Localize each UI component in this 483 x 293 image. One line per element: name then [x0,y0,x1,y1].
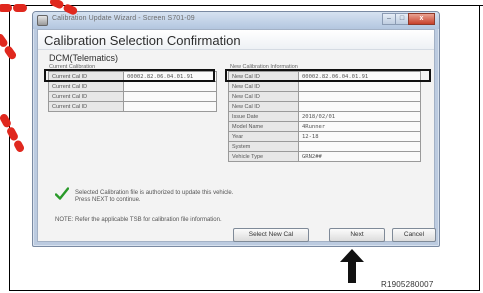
new-calibration-table: New Cal ID 00002.82.06.04.01.91 New Cal … [228,71,421,162]
tsb-note: NOTE: Refer the applicable TSB for calib… [55,217,222,223]
current-cal-id-label: Current Cal ID [48,81,124,92]
model-name-value: 4Runner [298,121,421,132]
table-row: Current Cal ID [48,101,217,112]
checkmark-icon [55,187,69,200]
page-title: Calibration Selection Confirmation [44,33,241,48]
up-arrow-icon [340,249,364,283]
current-cal-id-value [123,91,217,102]
current-cal-id-highlight [44,69,215,82]
new-cal-id-label: New Cal ID [228,101,299,112]
wizard-content: Calibration Selection Confirmation DCM(T… [37,29,436,242]
authorization-line-2: Press NEXT to continue. [75,197,141,203]
table-row: New Cal ID [228,91,421,102]
table-row: Current Cal ID [48,81,217,92]
year-value: 12-18 [298,131,421,142]
new-cal-id-highlight [225,69,431,82]
window-title: Calibration Update Wizard - Screen S701-… [52,15,195,22]
select-new-cal-button[interactable]: Select New Cal [233,228,309,242]
close-button[interactable]: x [408,13,435,25]
new-cal-id-value [298,101,421,112]
authorization-line-1: Selected Calibration file is authorized … [75,190,234,196]
window-controls: – □ x [382,13,435,26]
new-cal-id-value [298,81,421,92]
system-label: System [228,141,299,152]
current-cal-id-value [123,101,217,112]
app-icon [37,15,48,26]
new-cal-id-label: New Cal ID [228,81,299,92]
table-row: System [228,141,421,152]
system-value [298,141,421,152]
table-row: New Cal ID [228,81,421,92]
current-cal-id-label: Current Cal ID [48,101,124,112]
table-row: New Cal ID [228,101,421,112]
cancel-button[interactable]: Cancel [392,228,436,242]
vehicle-type-value: GRN2## [298,151,421,162]
vehicle-type-label: Vehicle Type [228,151,299,162]
maximize-button[interactable]: □ [395,13,409,25]
table-row: Vehicle Type GRN2## [228,151,421,162]
frame-rule [455,5,483,6]
wizard-window: Calibration Update Wizard - Screen S701-… [32,11,440,247]
new-cal-id-value [298,91,421,102]
issue-date-value: 2018/02/01 [298,111,421,122]
current-cal-id-value [123,81,217,92]
current-cal-id-label: Current Cal ID [48,91,124,102]
table-row: Current Cal ID [48,91,217,102]
new-cal-id-label: New Cal ID [228,91,299,102]
figure-id: R1905280007 [381,280,434,289]
issue-date-label: Issue Date [228,111,299,122]
ecu-name: DCM(Telematics) [49,53,119,63]
title-bar[interactable]: Calibration Update Wizard - Screen S701-… [33,12,439,29]
table-row: Year 12-18 [228,131,421,142]
authorization-message: Selected Calibration file is authorized … [75,190,233,204]
model-name-label: Model Name [228,121,299,132]
table-row: Model Name 4Runner [228,121,421,132]
year-label: Year [228,131,299,142]
table-row: Issue Date 2018/02/01 [228,111,421,122]
next-button[interactable]: Next [329,228,385,242]
minimize-button[interactable]: – [382,13,396,25]
